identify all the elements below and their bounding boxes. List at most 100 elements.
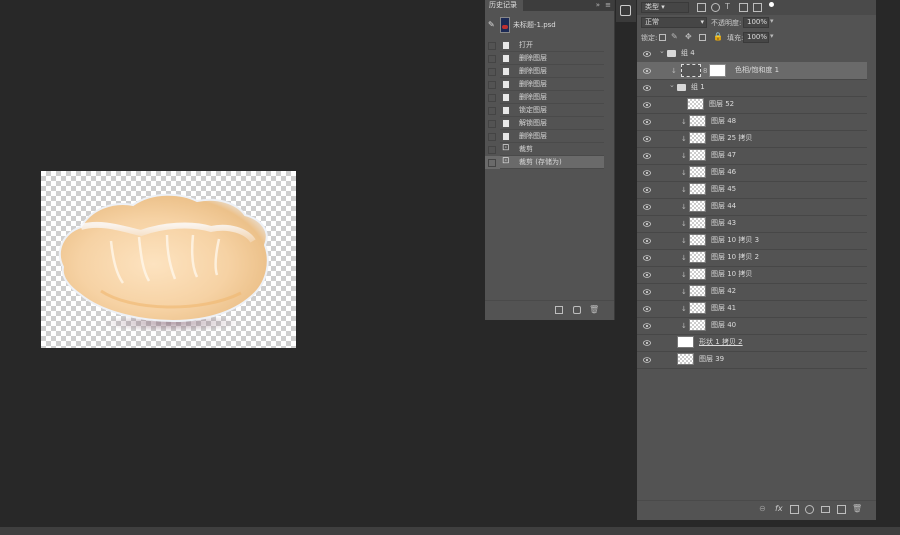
layer-thumbnail xyxy=(689,115,706,127)
new-document-from-state-icon[interactable] xyxy=(555,306,563,314)
snapshot-row[interactable]: ✎ 未标题-1.psd xyxy=(485,11,614,39)
visibility-eye-icon[interactable] xyxy=(643,203,651,210)
camera-snapshot-icon[interactable] xyxy=(573,306,581,314)
history-panel: 历史记录 » ≡ ✎ 未标题-1.psd 打开 删除图层 删除图层 删除图层 删除图层锁… xyxy=(485,0,615,320)
group-expand-chevron-icon[interactable]: ⌄ xyxy=(659,47,665,55)
visibility-eye-icon[interactable] xyxy=(643,356,651,363)
filter-smart-object-icon[interactable] xyxy=(753,3,762,12)
layers-filter-bar: 类型 ▾ T xyxy=(637,0,876,15)
fill-dropdown-icon[interactable]: ▾ xyxy=(770,32,774,40)
collapse-icon[interactable]: » xyxy=(596,0,600,11)
visibility-eye-icon[interactable] xyxy=(643,220,651,227)
layer-name: 图层 10 拷贝 xyxy=(711,270,753,278)
layer-row[interactable]: ↓ 8 色相/饱和度 1 xyxy=(637,62,867,80)
visibility-eye-icon[interactable] xyxy=(643,118,651,125)
opacity-input[interactable]: 100% xyxy=(743,17,769,28)
panel-menu-icon[interactable]: ≡ xyxy=(605,0,611,11)
visibility-eye-icon[interactable] xyxy=(643,254,651,261)
layer-row[interactable]: ↓ 图层 43 xyxy=(637,215,867,233)
layer-thumbnail xyxy=(689,149,706,161)
filter-type-select[interactable]: 类型 ▾ xyxy=(641,2,689,13)
layer-row[interactable]: ↓ 图层 46 xyxy=(637,164,867,182)
filter-type-T-icon[interactable]: T xyxy=(725,2,730,11)
visibility-eye-icon[interactable] xyxy=(643,271,651,278)
delete-layer-icon[interactable]: 🗑 xyxy=(852,504,862,513)
layer-row[interactable]: 图层 39 xyxy=(637,351,867,369)
layer-row[interactable]: ↓ 图层 40 xyxy=(637,317,867,335)
crop-icon: ⊡ xyxy=(502,143,510,153)
history-brush-checkbox[interactable] xyxy=(488,42,496,50)
history-brush-checkbox[interactable] xyxy=(488,146,496,154)
visibility-eye-icon[interactable] xyxy=(643,288,651,295)
visibility-eye-icon[interactable] xyxy=(643,50,651,57)
trash-icon[interactable]: 🗑 xyxy=(589,305,599,314)
layer-thumbnail xyxy=(689,302,706,314)
layer-row[interactable]: ⌄ 组 1 xyxy=(637,79,867,97)
document-canvas[interactable] xyxy=(41,171,296,348)
new-group-icon[interactable] xyxy=(821,506,830,513)
fx-icon[interactable]: fx xyxy=(775,504,783,513)
history-brush-checkbox[interactable] xyxy=(488,68,496,76)
visibility-eye-icon[interactable] xyxy=(643,67,651,74)
visibility-eye-icon[interactable] xyxy=(643,339,651,346)
layer-row[interactable]: ↓ 图层 42 xyxy=(637,283,867,301)
blend-mode-select[interactable]: 正常 ▾ xyxy=(641,17,707,28)
layer-row[interactable]: 形状 1 拷贝 2 xyxy=(637,334,867,352)
mask-link-icon[interactable]: 8 xyxy=(703,67,707,75)
mini-panel-strip xyxy=(616,0,636,22)
layer-mask-thumbnail[interactable] xyxy=(709,64,726,77)
visibility-eye-icon[interactable] xyxy=(643,186,651,193)
clipping-mask-icon: ↓ xyxy=(681,237,687,245)
layer-name: 图层 47 xyxy=(711,151,737,159)
history-brush-checkbox[interactable] xyxy=(488,133,496,141)
snapshot-label: 未标题-1.psd xyxy=(513,21,556,29)
history-brush-checkbox[interactable] xyxy=(488,107,496,115)
layer-row[interactable]: ↓ 图层 48 xyxy=(637,113,867,131)
layer-row[interactable]: ↓ 图层 10 拷贝 2 xyxy=(637,249,867,267)
document-icon xyxy=(502,54,510,63)
history-brush-icon[interactable] xyxy=(620,5,631,16)
history-brush-checkbox[interactable] xyxy=(488,120,496,128)
layer-row[interactable]: ↓ 图层 47 xyxy=(637,147,867,165)
lock-all-icon[interactable]: 🔒 xyxy=(713,32,723,41)
visibility-eye-icon[interactable] xyxy=(643,101,651,108)
filter-toggle-icon[interactable] xyxy=(769,2,774,7)
lock-image-icon[interactable]: ✎ xyxy=(671,32,678,41)
new-adjustment-icon[interactable] xyxy=(805,505,814,514)
add-mask-icon[interactable] xyxy=(790,505,799,514)
layer-row[interactable]: ↓ 图层 10 拷贝 3 xyxy=(637,232,867,250)
visibility-eye-icon[interactable] xyxy=(643,322,651,329)
group-expand-chevron-icon[interactable]: ⌄ xyxy=(669,81,675,89)
new-layer-icon[interactable] xyxy=(837,505,846,514)
layer-row[interactable]: ↓ 图层 25 拷贝 xyxy=(637,130,867,148)
visibility-eye-icon[interactable] xyxy=(643,169,651,176)
brush-source-icon[interactable]: ✎ xyxy=(488,20,495,29)
visibility-eye-icon[interactable] xyxy=(643,152,651,159)
history-brush-checkbox[interactable] xyxy=(488,81,496,89)
layer-row[interactable]: ↓ 图层 44 xyxy=(637,198,867,216)
filter-adjustment-icon[interactable] xyxy=(711,3,720,12)
opacity-dropdown-icon[interactable]: ▾ xyxy=(770,17,774,25)
layer-row[interactable]: ↓ 图层 41 xyxy=(637,300,867,318)
lock-position-icon[interactable]: ✥ xyxy=(685,32,692,41)
layer-thumbnail xyxy=(689,234,706,246)
layer-row[interactable]: 图层 52 xyxy=(637,96,867,114)
filter-pixel-icon[interactable] xyxy=(697,3,706,12)
history-brush-checkbox[interactable] xyxy=(488,94,496,102)
fill-input[interactable]: 100% xyxy=(743,32,769,43)
filter-shape-icon[interactable] xyxy=(739,3,748,12)
link-layers-icon[interactable]: ⊖ xyxy=(759,504,766,513)
history-brush-checkbox[interactable] xyxy=(488,159,496,167)
visibility-eye-icon[interactable] xyxy=(643,237,651,244)
visibility-eye-icon[interactable] xyxy=(643,84,651,91)
visibility-eye-icon[interactable] xyxy=(643,305,651,312)
history-brush-checkbox[interactable] xyxy=(488,55,496,63)
layer-row[interactable]: ⌄ 组 4 xyxy=(637,45,867,63)
visibility-eye-icon[interactable] xyxy=(643,135,651,142)
layer-row[interactable]: ↓ 图层 10 拷贝 xyxy=(637,266,867,284)
tab-history[interactable]: 历史记录 xyxy=(485,0,523,11)
lock-artboard-icon[interactable] xyxy=(699,34,706,41)
document-icon xyxy=(502,80,510,89)
layer-row[interactable]: ↓ 图层 45 xyxy=(637,181,867,199)
lock-transparent-icon[interactable] xyxy=(659,34,666,41)
